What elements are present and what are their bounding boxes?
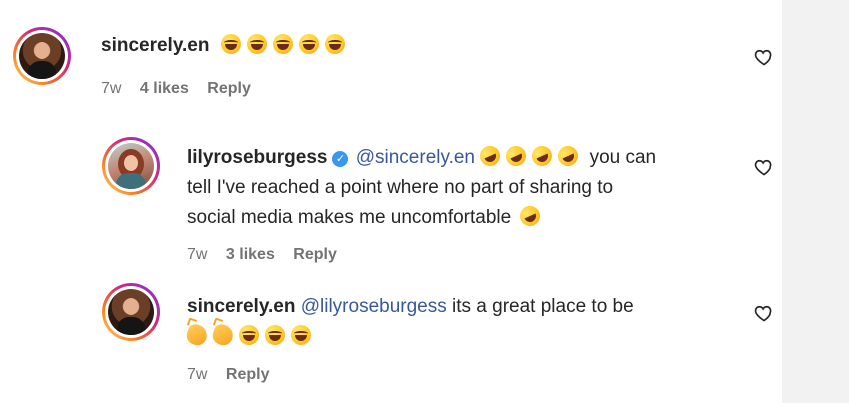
laughing-emoji-icon (246, 34, 267, 54)
comment-text: lilyroseburgess ✓ @sincerely.en you can t… (187, 142, 747, 233)
comment-text: sincerely.en @lilyroseburgess its a grea… (184, 292, 747, 352)
avatar[interactable] (102, 283, 160, 341)
comment-meta: 7w 3 likes Reply (187, 245, 351, 265)
rofl-emoji-icon (528, 142, 556, 170)
heart-icon[interactable] (754, 303, 774, 323)
rofl-emoji-icon (502, 142, 530, 170)
reply-button[interactable]: Reply (207, 80, 251, 97)
reply-button[interactable]: Reply (293, 246, 337, 263)
comment-username[interactable]: lilyroseburgess (187, 147, 327, 168)
comment-time: 7w (187, 246, 208, 263)
comment-time: 7w (187, 366, 208, 383)
avatar[interactable] (102, 137, 160, 195)
rofl-emoji-icon (554, 142, 582, 170)
laughing-emoji-icon (265, 325, 285, 345)
comment-body-line3: social media makes me uncomfortable (187, 207, 512, 228)
clapping-hands-emoji-icon (184, 322, 210, 348)
avatar[interactable] (13, 27, 71, 85)
laughing-emoji-icon (220, 34, 241, 54)
comment-username[interactable]: sincerely.en (101, 35, 209, 56)
likes-count[interactable]: 4 likes (140, 80, 189, 97)
comment-body-line2: tell I've reached a point where no part … (187, 177, 614, 198)
verified-icon: ✓ (332, 151, 349, 167)
laughing-emoji-icon (324, 34, 345, 54)
heart-icon[interactable] (754, 47, 774, 67)
comment-meta: 7w 4 likes Reply (101, 79, 265, 99)
clapping-hands-emoji-icon (210, 322, 236, 348)
laughing-emoji-icon (298, 34, 319, 54)
mention-link[interactable]: @sincerely.en (356, 147, 475, 168)
rofl-emoji-icon (517, 202, 544, 230)
reply-button[interactable]: Reply (226, 366, 270, 383)
rofl-emoji-icon (476, 142, 504, 170)
laughing-emoji-icon (291, 325, 311, 345)
likes-count[interactable]: 3 likes (226, 246, 275, 263)
comment-time: 7w (101, 80, 122, 97)
laughing-emoji-icon (272, 34, 293, 54)
comment-text: sincerely.en (101, 31, 351, 61)
right-scroll-area (782, 0, 849, 403)
mention-link[interactable]: @lilyroseburgess (301, 296, 447, 317)
comment-body-line1: you can (589, 147, 657, 168)
comment-body: its a great place to be (452, 296, 634, 317)
comment-meta: 7w Reply (187, 365, 283, 385)
laughing-emoji-icon (239, 325, 259, 345)
heart-icon[interactable] (754, 157, 774, 177)
comment-username[interactable]: sincerely.en (187, 296, 295, 317)
